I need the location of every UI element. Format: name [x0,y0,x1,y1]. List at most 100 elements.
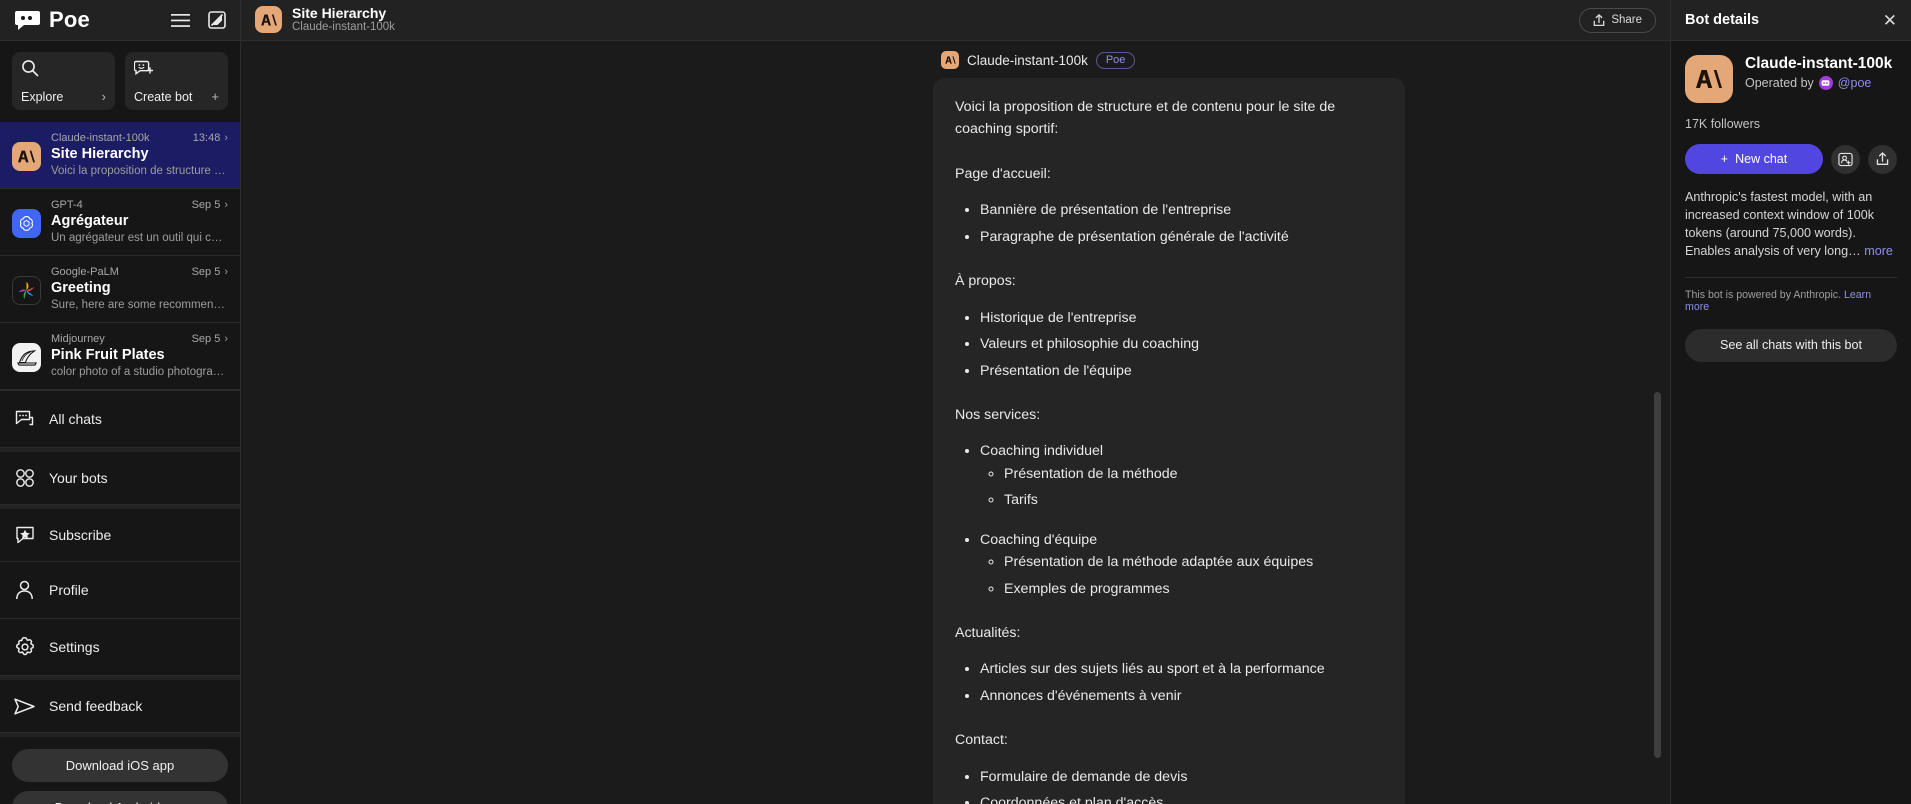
add-contact-button[interactable] [1831,144,1860,174]
message-bot-name: Claude-instant-100k [967,52,1088,68]
plus-icon: + [211,89,219,104]
section-heading: Actualités: [955,625,1021,641]
powered-by-note: This bot is powered by Anthropic. Learn … [1685,289,1897,313]
sidebar-item-all-chats[interactable]: All chats [0,391,240,448]
sidebar-item-settings[interactable]: Settings [0,619,240,676]
sidebar-item-label: Profile [49,582,89,598]
chat-preview: Un agrégateur est un outil qui collecte … [51,232,228,244]
share-button[interactable]: Share [1579,7,1656,33]
new-chat-button[interactable]: + New chat [1685,144,1823,174]
conversation-scrollbar[interactable] [1654,41,1661,804]
search-icon [21,59,39,77]
sidebar-item-your-bots[interactable]: Your bots [0,448,240,505]
message-intro: Voici la proposition de structure et de … [955,99,1336,138]
brand-name: Poe [49,7,90,32]
left-sidebar: Poe Explore › Create bot + Claude-instan… [0,0,241,804]
sidebar-header: Poe [0,0,240,41]
chat-title: Agrégateur [51,213,129,229]
create-bot-label: Create bot [134,89,193,104]
sub-list-item: Tarifs [1004,489,1383,511]
message-header: Claude-instant-100k Poe [941,51,1670,69]
gear-icon [14,637,35,657]
person-icon [14,580,35,600]
chat-list-item-agregateur[interactable]: GPT-4 Sep 5 › Agrégateur Un agrégateur e… [0,189,240,256]
sidebar-item-subscribe[interactable]: Subscribe [0,505,240,562]
chat-header: Site Hierarchy Claude-instant-100k Share [241,0,1670,41]
section-heading: À propos: [955,273,1016,290]
sidebar-action-cards: Explore › Create bot + [0,41,240,122]
chat-bot-name: Google-PaLM [51,266,119,278]
chat-timestamp: Sep 5 [191,199,221,211]
chat-bot-name: Claude-instant-100k [51,132,150,144]
list-item: Bannière de présentation de l'entreprise [980,199,1383,221]
sidebar-item-profile[interactable]: Profile [0,562,240,619]
chat-timestamp: Sep 5 [191,266,221,278]
chat-bot-name: Midjourney [51,333,105,345]
chevron-right-icon[interactable]: › [224,333,228,345]
palm-logo-icon [12,276,41,305]
sub-list: Présentation de la méthode adaptée aux é… [980,551,1383,600]
share-upload-icon [1593,13,1605,27]
bots-grid-icon [14,468,35,488]
header-bot-avatar [255,6,282,34]
close-icon[interactable]: ✕ [1883,12,1897,29]
sidebar-item-send-feedback[interactable]: Send feedback [0,676,240,733]
poe-logo[interactable]: Poe [14,7,171,33]
plus-icon: + [1720,152,1729,166]
download-android-button[interactable]: Download Android app [12,791,228,804]
bot-details-panel: Bot details ✕ Claude-instant-100k Operat… [1670,0,1911,804]
list-item: Historique de l'entreprise [980,307,1383,329]
chat-list-item-site-hierarchy[interactable]: Claude-instant-100k 13:48 › Site Hierarc… [0,122,240,189]
download-ios-button[interactable]: Download iOS app [12,749,228,782]
create-bot-card[interactable]: Create bot + [125,52,228,110]
compose-icon[interactable] [208,11,226,29]
sidebar-item-label: Subscribe [49,527,112,543]
poe-app: Poe Explore › Create bot + Claude-instan… [0,0,1911,804]
chat-timestamp: 13:48 [192,132,221,144]
chat-list-item-pink-fruit-plates[interactable]: Midjourney Sep 5 › Pink Fruit Plates col… [0,323,240,390]
sub-list-item: Présentation de la méthode [1004,463,1383,485]
see-all-chats-button[interactable]: See all chats with this bot [1685,328,1897,362]
chat-bot-name: GPT-4 [51,199,83,211]
poe-operator-icon [1818,76,1833,90]
chevron-right-icon[interactable]: › [224,199,228,211]
star-badge-icon [14,526,35,545]
bot-description-text: Anthropic's fastest model, with an incre… [1685,190,1875,258]
poe-chat-logo-icon [14,9,42,31]
chat-preview: color photo of a studio photography: a..… [51,366,228,378]
list-item: Coordonnées et plan d'accès [980,792,1383,804]
chat-list: Claude-instant-100k 13:48 › Site Hierarc… [0,122,240,390]
chevron-right-icon[interactable]: › [224,132,228,144]
sidebar-item-label: Your bots [49,470,108,486]
download-buttons: Download iOS app Download Android app [0,733,240,804]
section-heading: Page d'accueil: [955,165,1051,182]
sub-list-item: Présentation de la méthode adaptée aux é… [1004,551,1383,573]
share-bot-button[interactable] [1868,144,1897,174]
chat-title: Site Hierarchy [51,146,149,162]
list-item: Coaching d'équipe Présentation de la mét… [980,529,1383,600]
followers-count: 17K followers [1685,117,1761,131]
header-bot-name: Claude-instant-100k [292,21,395,34]
conversation-scroll-area: Claude-instant-100k Poe Voici la proposi… [241,41,1670,804]
operator-handle[interactable]: @poe [1838,76,1872,90]
list-item-label: Coaching d'équipe [980,531,1098,548]
bot-name: Claude-instant-100k [1745,55,1893,72]
scrollbar-thumb[interactable] [1654,391,1661,759]
sidebar-nav: All chats Your bots Subscribe Profile Se… [0,390,240,733]
list-item: Annonces d'événements à venir [980,685,1383,707]
section-list: Coaching individuel Présentation de la m… [955,440,1383,600]
section-heading: Nos services: [955,406,1041,423]
bot-avatar [1685,55,1733,103]
explore-card[interactable]: Explore › [12,52,115,110]
hamburger-icon[interactable] [171,13,190,28]
new-chat-label: New chat [1735,152,1788,166]
chevron-right-icon[interactable]: › [224,266,228,278]
conversation: Claude-instant-100k Poe Voici la proposi… [241,41,1670,804]
message-bubble: Voici la proposition de structure et de … [933,78,1405,804]
more-link[interactable]: more [1864,244,1893,258]
chat-list-item-greeting[interactable]: Google-PaLM Sep 5 › Greeting Sure, here … [0,256,240,323]
create-bot-icon [134,59,154,77]
message-bot-avatar [941,51,959,69]
bot-description: Anthropic's fastest model, with an incre… [1685,189,1897,261]
paper-plane-icon [14,697,35,715]
